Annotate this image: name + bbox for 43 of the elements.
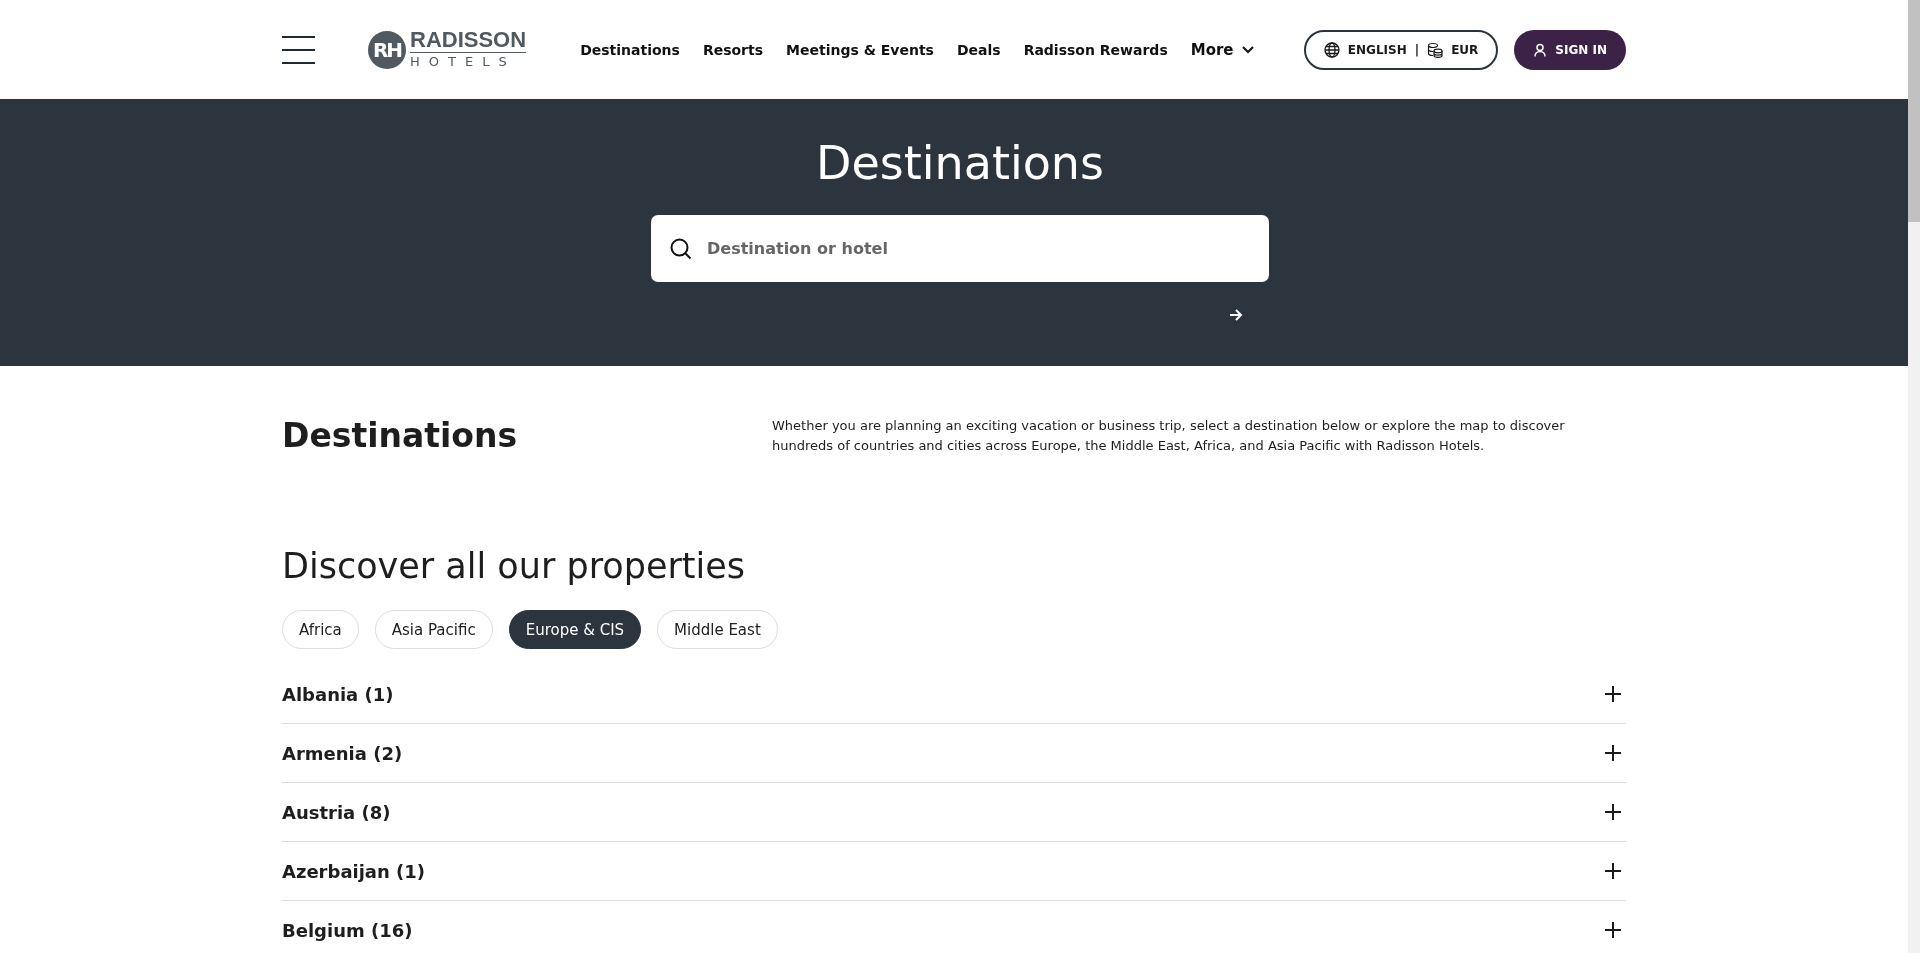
chevron-down-icon	[1241, 45, 1254, 54]
coins-icon	[1427, 41, 1444, 58]
hero-title: Destinations	[816, 135, 1104, 191]
nav-link[interactable]: Deals	[956, 41, 1001, 58]
plus-icon[interactable]	[1604, 685, 1622, 703]
logo-subtitle: HOTELS	[410, 53, 517, 71]
logo-mark: RH	[368, 30, 406, 69]
menu-icon[interactable]	[282, 35, 315, 64]
plus-icon[interactable]	[1604, 921, 1622, 939]
search-field[interactable]: Destination or hotel	[651, 215, 1269, 282]
logo-name: RADISSON	[410, 28, 527, 53]
search-icon	[669, 237, 693, 261]
intro-paragraph: Whether you are planning an exciting vacation or business trip, select a destination below or explore the map to discover hundreds of countries and cities across Europe, the Middle East, Africa, and Asia Pacific with Radisson Hotels.	[772, 417, 1566, 455]
country-row[interactable]: Armenia (2)	[282, 724, 1626, 783]
arrow-right-icon[interactable]	[1229, 309, 1243, 321]
country-name: Armenia (2)	[282, 742, 403, 764]
section-heading: Discover all our properties	[282, 545, 747, 588]
region-tab[interactable]: Asia Pacific	[374, 610, 493, 649]
plus-icon[interactable]	[1604, 744, 1622, 762]
region-tab[interactable]: Africa	[282, 610, 359, 649]
country-name: Austria (8)	[282, 801, 391, 823]
country-name: Albania (1)	[282, 683, 394, 705]
sign-in-button[interactable]: SIGN IN	[1514, 29, 1626, 70]
country-row[interactable]: Albania (1)	[282, 665, 1626, 724]
nav-link[interactable]: Radisson Rewards	[1023, 41, 1168, 58]
nav-link[interactable]: More	[1190, 40, 1254, 59]
nav-link[interactable]: Resorts	[702, 41, 764, 58]
user-icon	[1533, 42, 1548, 57]
country-row[interactable]: Austria (8)	[282, 783, 1626, 842]
plus-icon[interactable]	[1604, 862, 1622, 880]
country-name: Azerbaijan (1)	[282, 860, 426, 882]
section-title: Destinations	[282, 416, 519, 457]
nav-link[interactable]: Meetings & Events	[786, 41, 934, 58]
language-currency-button[interactable]: ENGLISH | EUR	[1303, 29, 1499, 70]
region-tab[interactable]: Middle East	[657, 610, 778, 649]
country-row[interactable]: Belgium (16)	[282, 901, 1626, 953]
country-row[interactable]: Azerbaijan (1)	[282, 842, 1626, 901]
nav-link[interactable]: Destinations	[580, 41, 680, 58]
scrollbar[interactable]	[1908, 0, 1920, 953]
region-tab[interactable]: Europe & CIS	[508, 610, 642, 649]
country-name: Belgium (16)	[282, 919, 413, 941]
plus-icon[interactable]	[1604, 803, 1622, 821]
globe-icon	[1323, 41, 1340, 58]
